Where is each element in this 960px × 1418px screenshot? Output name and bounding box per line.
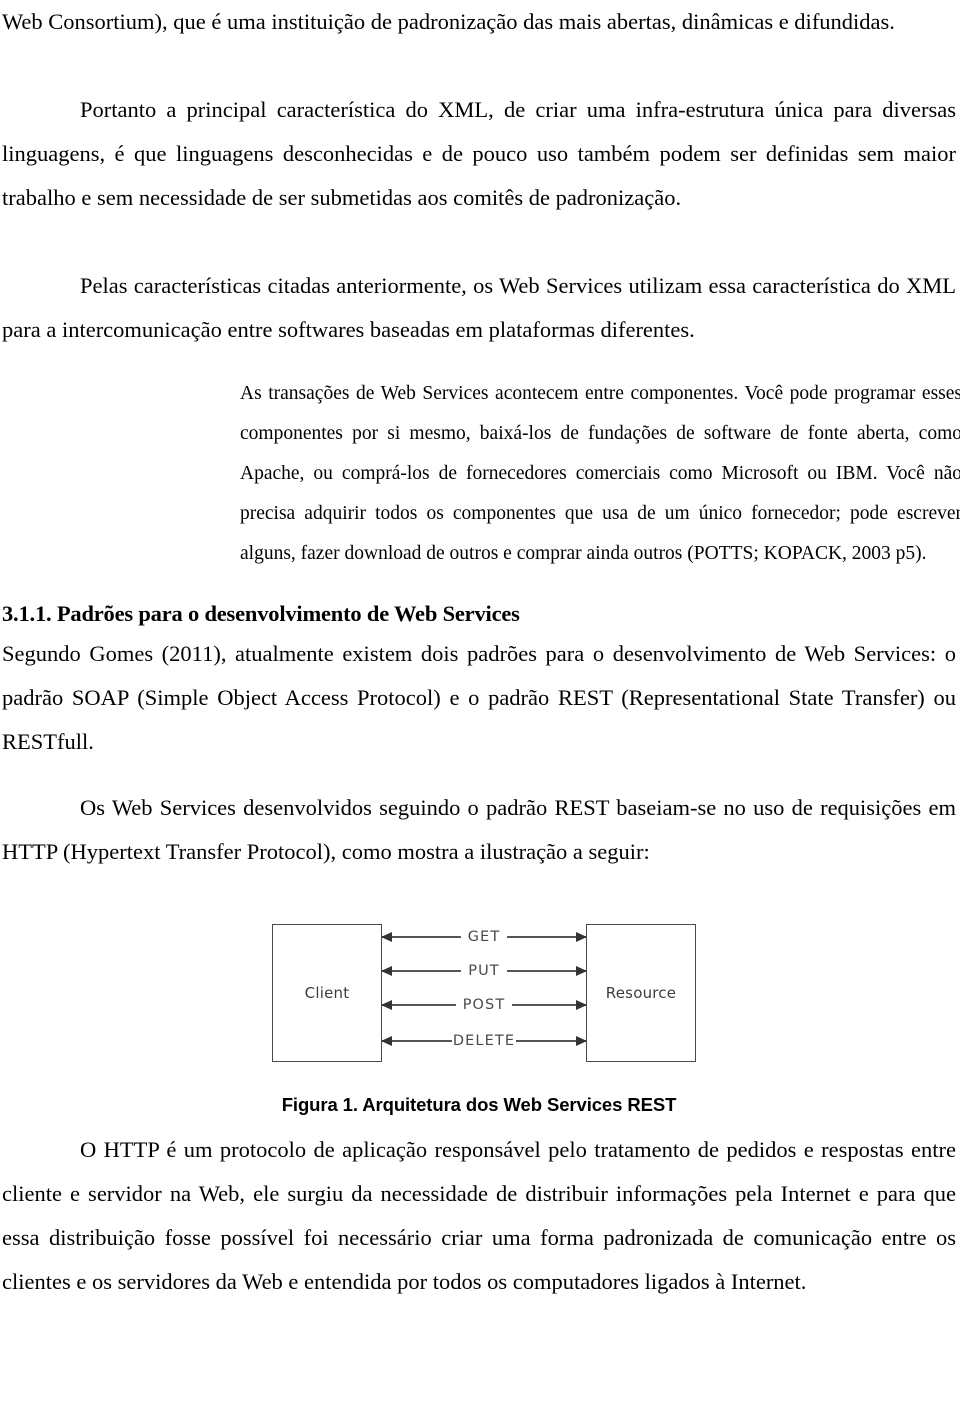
diagram-node-client-label: Client: [304, 984, 350, 1002]
diagram-flow-delete-label: DELETE: [452, 1032, 516, 1049]
diagram-flow-post: POST: [381, 994, 587, 1016]
figure-1-caption: Figura 1. Arquitetura dos Web Services R…: [281, 1094, 677, 1115]
arrow-left-icon: [380, 966, 462, 976]
diagram-flow-get-label: GET: [467, 928, 501, 945]
section-heading-3-1-1: 3.1.1. Padrões para o desenvolvimento de…: [2, 601, 520, 626]
paragraph-http-protocol: O HTTP é um protocolo de aplicação respo…: [2, 1137, 956, 1294]
caption-bottom-spacer: [2, 1120, 956, 1128]
diagram-flow-get: GET: [381, 926, 587, 948]
paragraph-xml-characteristic: Portanto a principal característica do X…: [2, 97, 956, 210]
paragraph-section-3-1-1-body: Segundo Gomes (2011), atualmente existem…: [2, 641, 956, 754]
diagram-node-resource-label: Resource: [605, 984, 677, 1002]
diagram-node-client: Client: [272, 924, 382, 1062]
quote-spacer: [2, 352, 956, 374]
paragraph-web-services-xml: Pelas características citadas anteriorme…: [2, 273, 956, 342]
rest-architecture-diagram: Client Resource GET PUT POST DELETE: [264, 918, 696, 1068]
diagram-flow-post-label: POST: [462, 996, 506, 1013]
diagram-node-resource: Resource: [586, 924, 696, 1062]
diagram-flow-delete: DELETE: [381, 1030, 587, 1052]
arrow-right-icon: [507, 932, 587, 942]
paragraph-rest-http: Os Web Services desenvolvidos seguindo o…: [2, 795, 956, 864]
arrow-right-icon: [516, 1036, 587, 1046]
arrow-right-icon: [512, 1000, 587, 1010]
heading-spacer: [2, 574, 956, 596]
diagram-flow-put-label: PUT: [468, 962, 500, 979]
arrow-left-icon: [381, 1036, 452, 1046]
block-quotation-potts-kopack: As transações de Web Services acontecem …: [240, 383, 960, 564]
figure-spacer: [2, 874, 956, 918]
figure-1: Client Resource GET PUT POST DELETE: [2, 918, 956, 1068]
arrow-right-icon: [506, 966, 588, 976]
document-page: Web Consortium), que é uma instituição d…: [0, 0, 960, 1418]
diagram-flow-put: PUT: [380, 960, 588, 982]
paragraph-intro-continuation: Web Consortium), que é uma instituição d…: [2, 9, 895, 34]
arrow-left-icon: [381, 1000, 456, 1010]
arrow-left-icon: [381, 932, 461, 942]
